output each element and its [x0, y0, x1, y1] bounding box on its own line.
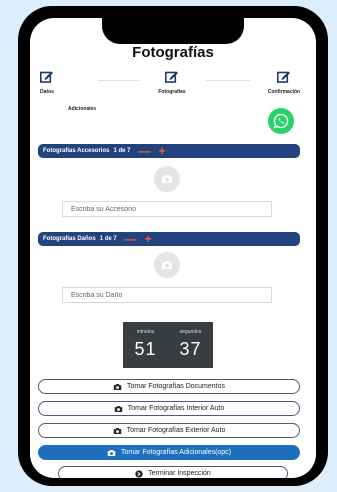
step-connector [206, 80, 250, 81]
button-label: Terminar Inspección [148, 470, 211, 477]
accesorio-input[interactable] [62, 201, 272, 217]
accesorios-page-indicator: 1 de 7 [113, 148, 131, 154]
step-label: Confirmación [267, 89, 301, 95]
button-label: Tomar Fotografías Adicionales(opc) [120, 449, 232, 456]
phone-notch [102, 18, 244, 44]
tomar-interior-button[interactable]: Tomar Fotografías Interior Auto [38, 401, 300, 416]
seconds-label: segundos [179, 329, 202, 335]
step-connector [98, 80, 140, 81]
step-confirmacion[interactable]: Confirmación [254, 70, 314, 95]
dano-input[interactable] [62, 287, 272, 303]
minutes-value: 51 [134, 339, 157, 359]
step-fotografias[interactable]: Fotografias [142, 70, 202, 95]
step-label: Datos [40, 89, 54, 95]
camera-icon [113, 427, 122, 435]
page-title: Fotografías [132, 44, 214, 61]
button-label: Tomar Fotografías Interior Auto [127, 405, 225, 412]
camera-icon [107, 449, 116, 457]
edit-icon [40, 70, 54, 88]
seconds-value: 37 [179, 339, 202, 359]
phone-frame: Fotografías Datos Fotografias Confirmaci… [18, 6, 328, 486]
danos-header: Fotografias Daños 1 de 7 — + [38, 232, 300, 246]
camera-icon [113, 383, 122, 391]
button-label: Tomar Fotografías Exterior Auto [126, 427, 226, 434]
edit-icon [165, 70, 179, 88]
accesorios-title: Fotografias Accesorios [43, 148, 110, 154]
camera-icon [161, 174, 173, 184]
step-label: Fotografias [158, 89, 186, 95]
step-datos[interactable]: Datos [40, 70, 100, 95]
arrow-right-circle-icon [135, 469, 143, 478]
danos-plus-button[interactable]: + [145, 233, 152, 245]
danos-page-indicator: 1 de 7 [99, 236, 117, 242]
accesorios-camera-button[interactable] [154, 166, 180, 192]
adicionales-label: Adicionales [68, 106, 97, 112]
button-label: Tomar Fotografías Documentos [126, 383, 226, 390]
app-screen: Fotografías Datos Fotografias Confirmaci… [30, 18, 316, 478]
tomar-adicionales-button[interactable]: Tomar Fotografías Adicionales(opc) [38, 445, 300, 460]
tomar-exterior-button[interactable]: Tomar Fotografías Exterior Auto [38, 423, 300, 438]
danos-camera-button[interactable] [154, 252, 180, 278]
minutes-label: minutos [136, 329, 155, 335]
whatsapp-button[interactable] [268, 108, 294, 134]
camera-icon [114, 405, 123, 413]
edit-icon [277, 70, 291, 88]
whatsapp-icon [273, 113, 289, 129]
tomar-documentos-button[interactable]: Tomar Fotografías Documentos [38, 379, 300, 394]
accesorios-minus-button[interactable]: — [138, 145, 150, 157]
danos-title: Fotografias Daños [43, 236, 96, 242]
camera-icon [161, 260, 173, 270]
accesorios-header: Fotografias Accesorios 1 de 7 — + [38, 144, 300, 158]
countdown-timer: minutos 51 segundos 37 [123, 322, 213, 368]
accesorios-plus-button[interactable]: + [158, 145, 165, 157]
terminar-inspeccion-button[interactable]: Terminar Inspección [58, 466, 288, 478]
danos-minus-button[interactable]: — [125, 233, 137, 245]
